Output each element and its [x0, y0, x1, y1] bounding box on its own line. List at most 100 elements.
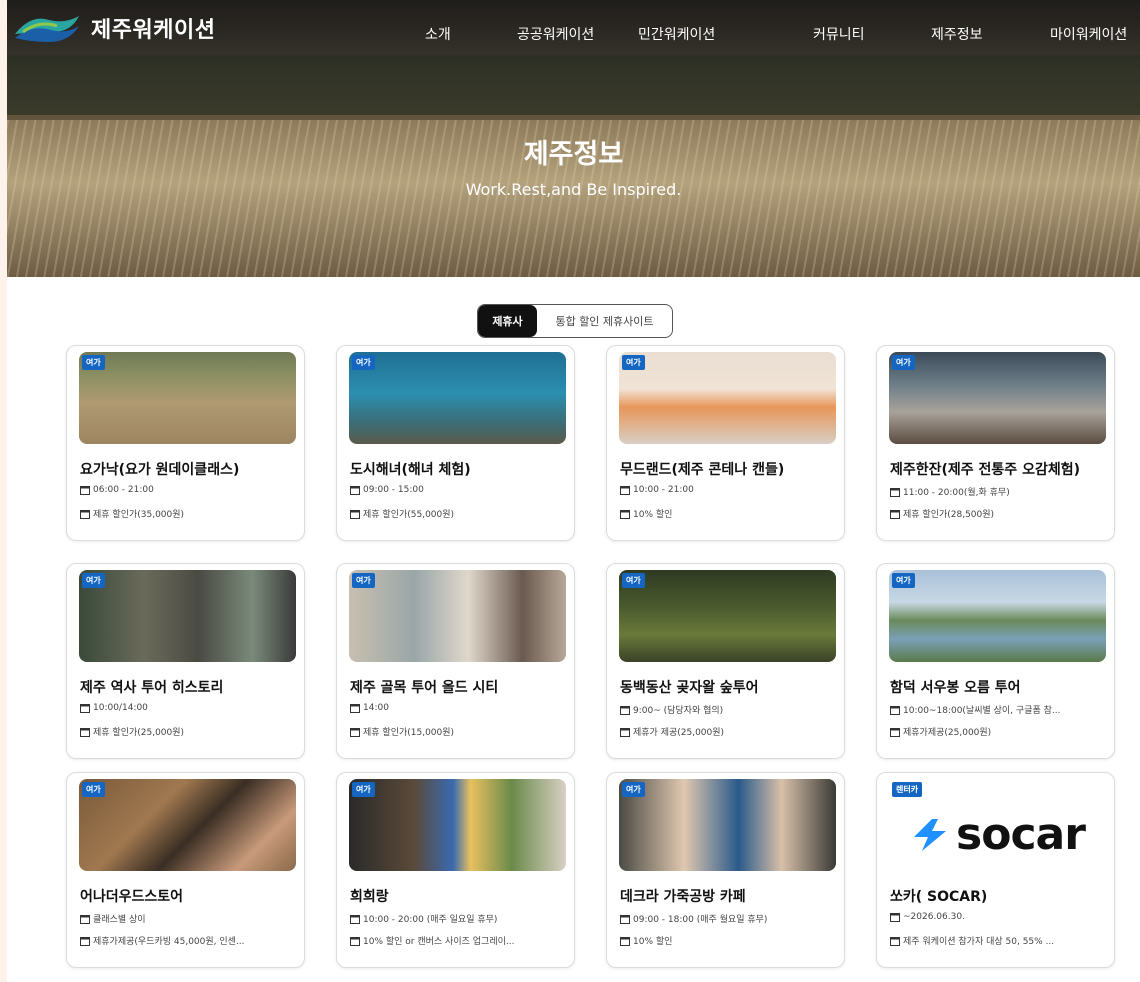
- partner-card[interactable]: 여가 함덕 서우봉 오름 투어 10:00~18:00(날씨별 상이, 구글폼 …: [876, 563, 1115, 759]
- card-discount-text: 제휴가 제공(25,000원): [633, 728, 725, 738]
- card-title: 쏘카( SOCAR): [890, 889, 988, 905]
- hero-banner: 제주워케이션 소개 공공워케이션 민간워케이션 커뮤니티 제주정보 마이워케이션…: [7, 0, 1140, 277]
- card-hours: 06:00 - 21:00: [80, 485, 300, 495]
- category-badge: 여가: [352, 355, 375, 370]
- nav-item-jeju-info[interactable]: 제주정보: [931, 24, 983, 44]
- socar-bolt-icon: [914, 818, 947, 851]
- card-hours-text: 09:00 - 15:00: [363, 485, 424, 495]
- category-badge: 여가: [82, 355, 105, 370]
- partner-card[interactable]: 렌터카 socar 쏘카( SOCAR) ~2026.06.30. 제주 워케이…: [876, 772, 1115, 968]
- calendar-icon: [890, 727, 900, 737]
- calendar-icon: [80, 727, 90, 737]
- card-hours-text: 09:00 - 18:00 (매주 월요일 휴무): [633, 915, 768, 925]
- calendar-icon: [350, 704, 360, 713]
- card-title: 제주 역사 투어 히스토리: [80, 680, 224, 696]
- card-title: 희희랑: [350, 889, 389, 905]
- card-hours-text: 10:00/14:00: [93, 703, 148, 713]
- partner-card[interactable]: 여가 동백동산 곶자왈 숲투어 9:00~ (담당자와 협의) 제휴가 제공(2…: [606, 563, 845, 759]
- category-badge: 여가: [352, 782, 375, 797]
- card-discount-text: 제주 워케이션 참가자 대상 50, 55% ...: [903, 937, 1055, 947]
- card-discount: 제휴 할인가(25,000원): [80, 725, 300, 738]
- card-thumbnail: 렌터카 socar: [889, 779, 1106, 871]
- calendar-icon: [890, 705, 900, 715]
- partner-card[interactable]: 여가 제주 역사 투어 히스토리 10:00/14:00 제휴 할인가(25,0…: [66, 563, 305, 759]
- partner-card[interactable]: 여가 희희랑 10:00 - 20:00 (매주 일요일 휴무) 10% 할인 …: [336, 772, 575, 968]
- card-discount-text: 제휴가제공(우드카빙 45,000원, 인센...: [93, 937, 245, 947]
- card-title: 어나더우드스토어: [80, 889, 184, 905]
- card-discount: 제휴 할인가(35,000원): [80, 507, 300, 520]
- card-discount: 10% 할인: [620, 934, 840, 947]
- card-hours-text: 9:00~ (담당자와 협의): [633, 706, 724, 716]
- calendar-icon: [350, 914, 360, 924]
- tab-discount-sites[interactable]: 통합 할인 제휴사이트: [537, 305, 672, 337]
- card-hours-text: 클래스별 상이: [93, 915, 146, 925]
- card-discount: 제휴가제공(25,000원): [890, 725, 1110, 738]
- socar-wordmark: socar: [956, 809, 1086, 860]
- calendar-icon: [620, 486, 630, 495]
- calendar-icon: [620, 705, 630, 715]
- card-hours: ~2026.06.30.: [890, 912, 1110, 922]
- card-hours: 9:00~ (담당자와 협의): [620, 703, 840, 716]
- card-discount-text: 10% 할인: [633, 510, 673, 520]
- hero-hills: [7, 55, 1140, 115]
- tab-partners[interactable]: 제휴사: [478, 305, 537, 337]
- card-hours: 11:00 - 20:00(월,화 휴무): [890, 485, 1110, 498]
- card-thumbnail: 여가: [79, 779, 296, 871]
- card-thumbnail: 여가: [349, 779, 566, 871]
- card-hours-text: 10:00 - 20:00 (매주 일요일 휴무): [363, 915, 498, 925]
- calendar-icon: [620, 509, 630, 519]
- calendar-icon: [350, 509, 360, 519]
- partner-card[interactable]: 여가 데크라 가죽공방 카페 09:00 - 18:00 (매주 월요일 휴무)…: [606, 772, 845, 968]
- card-discount: 제주 워케이션 참가자 대상 50, 55% ...: [890, 934, 1110, 947]
- category-badge: 여가: [352, 573, 375, 588]
- partner-card[interactable]: 여가 무드랜드(제주 콘테나 캔들) 10:00 - 21:00 10% 할인: [606, 345, 845, 541]
- partner-card[interactable]: 여가 요가낙(요가 원데이클래스) 06:00 - 21:00 제휴 할인가(3…: [66, 345, 305, 541]
- calendar-icon: [80, 936, 90, 946]
- category-badge: 렌터카: [892, 782, 923, 797]
- partner-card[interactable]: 여가 어나더우드스토어 클래스별 상이 제휴가제공(우드카빙 45,000원, …: [66, 772, 305, 968]
- partner-tab-toggle: 제휴사 통합 할인 제휴사이트: [477, 304, 673, 338]
- calendar-icon: [80, 486, 90, 495]
- calendar-icon: [620, 936, 630, 946]
- calendar-icon: [620, 727, 630, 737]
- card-title: 도시해녀(해녀 체험): [350, 462, 471, 478]
- card-thumbnail: 여가: [349, 352, 566, 444]
- category-badge: 여가: [892, 355, 915, 370]
- category-badge: 여가: [82, 573, 105, 588]
- category-badge: 여가: [622, 782, 645, 797]
- card-discount-text: 제휴 할인가(55,000원): [363, 510, 455, 520]
- nav-item-private-workation[interactable]: 민간워케이션: [638, 24, 715, 44]
- page-title: 제주정보: [523, 139, 624, 170]
- partner-card[interactable]: 여가 제주한잔(제주 전통주 오감체험) 11:00 - 20:00(월,화 휴…: [876, 345, 1115, 541]
- card-discount-text: 제휴 할인가(15,000원): [363, 728, 455, 738]
- category-badge: 여가: [892, 573, 915, 588]
- card-discount: 제휴가제공(우드카빙 45,000원, 인센...: [80, 934, 300, 947]
- calendar-icon: [80, 509, 90, 519]
- calendar-icon: [890, 936, 900, 946]
- card-hours: 14:00: [350, 703, 570, 713]
- partner-card[interactable]: 여가 도시해녀(해녀 체험) 09:00 - 15:00 제휴 할인가(55,0…: [336, 345, 575, 541]
- card-thumbnail: 여가: [349, 570, 566, 662]
- nav-item-intro[interactable]: 소개: [425, 24, 451, 44]
- card-thumbnail: 여가: [619, 352, 836, 444]
- card-hours: 클래스별 상이: [80, 912, 300, 925]
- calendar-icon: [80, 704, 90, 713]
- card-title: 함덕 서우봉 오름 투어: [890, 680, 1021, 696]
- top-nav: 제주워케이션 소개 공공워케이션 민간워케이션 커뮤니티 제주정보 마이워케이션: [7, 0, 1140, 62]
- partner-card[interactable]: 여가 제주 골목 투어 올드 시티 14:00 제휴 할인가(15,000원): [336, 563, 575, 759]
- card-thumbnail: 여가: [889, 352, 1106, 444]
- card-discount: 10% 할인: [620, 507, 840, 520]
- card-thumbnail: 여가: [79, 352, 296, 444]
- nav-item-public-workation[interactable]: 공공워케이션: [517, 24, 594, 44]
- card-hours: 10:00 - 20:00 (매주 일요일 휴무): [350, 912, 570, 925]
- card-title: 제주한잔(제주 전통주 오감체험): [890, 462, 1080, 478]
- card-discount-text: 제휴 할인가(25,000원): [93, 728, 185, 738]
- card-hours-text: 06:00 - 21:00: [93, 485, 154, 495]
- calendar-icon: [890, 509, 900, 519]
- card-discount: 10% 할인 or 캔버스 사이즈 업그레이...: [350, 934, 570, 947]
- card-thumbnail: 여가: [619, 779, 836, 871]
- nav-item-my-workation[interactable]: 마이워케이션: [1050, 24, 1127, 44]
- calendar-icon: [890, 913, 900, 922]
- nav-item-community[interactable]: 커뮤니티: [813, 24, 865, 44]
- page-subtitle: Work.Rest,and Be Inspired.: [465, 180, 682, 199]
